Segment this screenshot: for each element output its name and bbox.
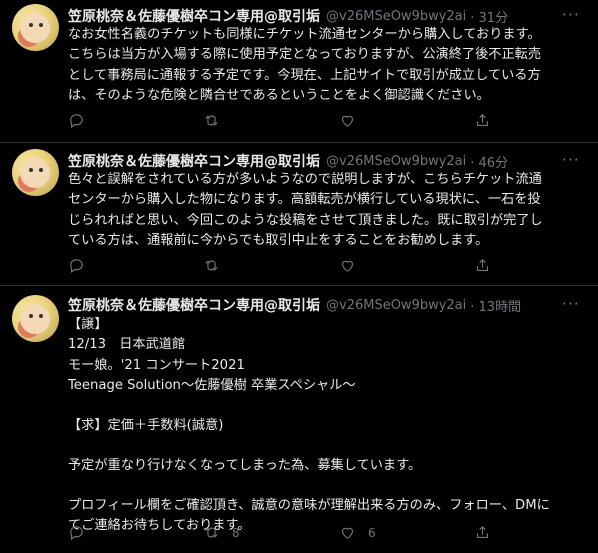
tweet-actions: [68, 257, 528, 277]
share-icon: [476, 259, 489, 272]
timestamp[interactable]: · 31分: [470, 7, 508, 26]
reply-button[interactable]: [68, 524, 85, 541]
reply-button[interactable]: [68, 112, 85, 129]
reply-icon: [70, 259, 83, 274]
more-options-icon[interactable]: ···: [562, 5, 580, 24]
retweet-count: 8: [232, 525, 240, 540]
retweet-icon: [205, 260, 218, 271]
share-button[interactable]: [474, 112, 491, 129]
like-button[interactable]: [339, 257, 368, 274]
timeline: 笠原桃奈＆佐藤優樹卒コン専用@取引垢 @v26MSeOw9bwy2ai · 31…: [0, 0, 598, 553]
tweet[interactable]: 笠原桃奈＆佐藤優樹卒コン専用@取引垢 @v26MSeOw9bwy2ai · 31…: [0, 0, 598, 143]
share-icon: [476, 526, 489, 539]
heart-icon: [341, 260, 354, 272]
tweet-text-line: こちらは当方が入場する際に使用予定となっておりますが、公演終了後不正転売: [68, 47, 542, 63]
retweet-icon: [205, 527, 218, 538]
avatar[interactable]: [12, 149, 59, 196]
author-name[interactable]: 笠原桃奈＆佐藤優樹卒コン専用@取引垢: [68, 151, 320, 171]
tweet-text-line: モー娘。'21 コンサート2021: [68, 357, 245, 373]
more-options-icon[interactable]: ···: [562, 294, 580, 313]
author-handle[interactable]: @v26MSeOw9bwy2ai: [326, 154, 466, 169]
tweet-text-blank: [68, 397, 588, 416]
tweet-text-line: は、そのような危険と隣合せであるということをよく御認識ください。: [68, 88, 490, 104]
author-name[interactable]: 笠原桃奈＆佐藤優樹卒コン専用@取引垢: [68, 295, 320, 315]
retweet-button[interactable]: [203, 257, 232, 274]
like-count: 6: [368, 525, 376, 540]
reply-icon: [70, 526, 83, 541]
like-button[interactable]: [339, 112, 368, 129]
heart-icon: [341, 527, 354, 539]
tweet-text-line: 予定が重なり行けなくなってしまった為、募集しています。: [68, 457, 422, 473]
retweet-button[interactable]: [203, 112, 232, 129]
tweet-actions: [68, 112, 528, 132]
tweet-text-blank: [68, 436, 588, 455]
timestamp[interactable]: · 46分: [470, 152, 508, 171]
avatar[interactable]: [12, 4, 59, 51]
heart-icon: [341, 115, 354, 127]
tweet-text-line: 【求】定価＋手数料(誠意): [68, 417, 224, 433]
tweet-text-line: Teenage Solution～佐藤優樹 卒業スペシャル～: [68, 378, 356, 394]
tweet-text-line: ている方は、通報前に今からでも取引中止をすることをお勧めします。: [68, 233, 489, 249]
like-button[interactable]: 6: [339, 524, 376, 541]
share-button[interactable]: [474, 257, 491, 274]
author-name[interactable]: 笠原桃奈＆佐藤優樹卒コン専用@取引垢: [68, 6, 320, 26]
tweet-actions: 8 6: [68, 524, 528, 544]
share-button[interactable]: [474, 524, 491, 541]
share-icon: [476, 114, 489, 127]
tweet-text-line: 12/13 日本武道館: [68, 337, 186, 353]
author-handle[interactable]: @v26MSeOw9bwy2ai: [326, 298, 466, 313]
tweet-text-line: じられればと思い、今回このような投稿をさせて頂きました。既に取引が完了し: [68, 212, 543, 228]
more-options-icon[interactable]: ···: [562, 150, 580, 169]
tweet-text-line: 色々と誤解をされている方が多いようなので説明しますが、こちらチケット流通: [68, 172, 542, 187]
tweet-text-line: なお女性名義のチケットも同様にチケット流通センターから購入しております。: [68, 27, 541, 42]
avatar[interactable]: [12, 295, 59, 342]
tweet-text-line: 【譲】: [68, 317, 108, 332]
tweet-text: 【譲】 12/13 日本武道館 モー娘。'21 コンサート2021 Teenag…: [68, 315, 588, 536]
tweet-text-blank: [68, 476, 588, 495]
tweet-text: なお女性名義のチケットも同様にチケット流通センターから購入しております。 こちら…: [68, 25, 588, 107]
tweet-text-line: として事務局に通報する予定です。今現在、上記サイトで取引が成立している方: [68, 67, 541, 83]
tweet[interactable]: 笠原桃奈＆佐藤優樹卒コン専用@取引垢 @v26MSeOw9bwy2ai · 13…: [0, 286, 598, 553]
timestamp[interactable]: · 13時間: [470, 296, 521, 315]
reply-button[interactable]: [68, 257, 85, 274]
tweet-text-line: センターから購入した物になります。高額転売が横行している現状に、一石を投: [68, 192, 541, 208]
tweet-text: 色々と誤解をされている方が多いようなので説明しますが、こちらチケット流通 センタ…: [68, 170, 588, 252]
retweet-icon: [205, 115, 218, 126]
tweet[interactable]: 笠原桃奈＆佐藤優樹卒コン専用@取引垢 @v26MSeOw9bwy2ai · 46…: [0, 143, 598, 286]
author-handle[interactable]: @v26MSeOw9bwy2ai: [326, 9, 466, 24]
retweet-button[interactable]: 8: [203, 524, 240, 541]
reply-icon: [70, 114, 83, 129]
tweet-text-line: プロフィール欄をご確認頂き、誠意の意味が理解出来る方のみ、フォロー、DMに: [68, 497, 550, 513]
